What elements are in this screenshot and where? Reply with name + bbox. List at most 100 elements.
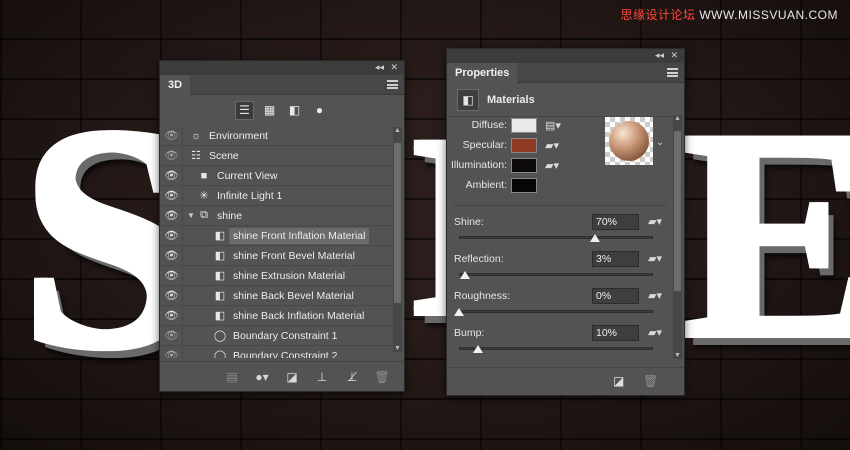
bump-input[interactable]: 10% — [592, 325, 639, 341]
folder-icon[interactable]: ▰▾ — [648, 215, 662, 228]
visibility-eye-icon[interactable]: 👁 — [161, 265, 183, 286]
visibility-eye-icon[interactable]: 👁 — [161, 205, 183, 226]
close-icon[interactable]: ✕ — [670, 50, 678, 61]
filter-meshes-icon[interactable]: ▦ — [260, 101, 279, 120]
scene-item-environment[interactable]: 👁 ☼ Environment — [161, 126, 393, 146]
scene-item-extrusion[interactable]: 👁 ◧ shine Extrusion Material — [161, 265, 393, 286]
visibility-eye-icon[interactable]: 👁 — [161, 245, 183, 266]
roughness-slider-track[interactable] — [459, 310, 653, 313]
folder-icon[interactable]: ▰▾ — [545, 159, 559, 172]
background-letter-e: E — [680, 84, 850, 384]
ambient-row: Ambient: — [447, 175, 537, 195]
reflection-slider-knob[interactable] — [459, 271, 470, 279]
apply-material-icon[interactable]: ◪ — [613, 374, 624, 388]
visibility-eye-icon[interactable]: 👁 — [161, 145, 183, 166]
scene-item-shine[interactable]: 👁 ▼ ⧉ shine — [161, 205, 393, 226]
add-constraint-icon[interactable]: ⊥̸ — [343, 370, 361, 384]
scrollbar-thumb[interactable] — [394, 143, 401, 303]
tab-3d[interactable]: 3D — [160, 75, 191, 95]
scroll-down-icon[interactable]: ▼ — [673, 352, 682, 359]
visibility-eye-icon[interactable]: 👁 — [161, 185, 183, 206]
apply-material-icon[interactable]: ◪ — [283, 370, 301, 384]
material-preview[interactable] — [605, 117, 653, 165]
filter-materials-icon[interactable]: ◧ — [285, 101, 304, 120]
properties-panel-titlebar[interactable]: ◂◂ ✕ — [447, 49, 684, 63]
visibility-eye-icon[interactable]: 👁 — [161, 345, 183, 358]
scene-item-back-bevel[interactable]: 👁 ◧ shine Back Bevel Material — [161, 285, 393, 306]
watermark-cn: 思缘设计论坛 — [620, 8, 696, 22]
scene-item-label: shine — [217, 209, 243, 222]
reflection-label: Reflection: — [454, 253, 504, 265]
visibility-eye-icon[interactable]: 👁 — [161, 285, 183, 306]
reflection-slider-track[interactable] — [459, 273, 653, 276]
scene-item-label: shine Extrusion Material — [233, 269, 346, 282]
filter-whole-scene-icon[interactable]: ☰ — [235, 100, 254, 120]
close-icon[interactable]: ✕ — [390, 62, 398, 73]
scroll-up-icon[interactable]: ▲ — [393, 127, 402, 134]
visibility-eye-icon[interactable]: 👁 — [161, 165, 183, 186]
material-icon: ◧ — [214, 310, 226, 322]
texture-edit-icon[interactable]: ▤▾ — [545, 119, 561, 132]
scene-item-boundary-1[interactable]: 👁 ◯ Boundary Constraint 1 — [161, 325, 393, 346]
scene-tree: 👁 ☼ Environment 👁 ☷ Scene 👁 ■ Current Vi… — [161, 126, 393, 358]
visibility-eye-icon[interactable]: 👁 — [161, 325, 183, 346]
ambient-swatch[interactable] — [511, 177, 537, 193]
scene-item-front-inflation[interactable]: 👁 ◧ shine Front Inflation Material — [161, 225, 393, 246]
illumination-swatch[interactable] — [511, 157, 537, 173]
scene-item-back-inflation[interactable]: 👁 ◧ shine Back Inflation Material — [161, 305, 393, 326]
material-icon: ◧ — [214, 270, 226, 282]
delete-icon[interactable]: 🗑 — [643, 374, 658, 388]
3d-panel: ◂◂ ✕ 3D ☰ ▦ ◧ ● 👁 ☼ Environment 👁 ☷ Scen… — [159, 60, 405, 392]
scrollbar-thumb[interactable] — [674, 131, 681, 291]
bump-slider-track[interactable] — [459, 347, 653, 350]
scroll-up-icon[interactable]: ▲ — [673, 115, 682, 122]
material-sphere — [609, 121, 649, 161]
light-icon: ✳ — [199, 190, 209, 202]
scroll-down-icon[interactable]: ▼ — [393, 345, 402, 352]
panel-menu-icon[interactable] — [667, 68, 678, 77]
scene-item-infinite-light[interactable]: 👁 ✳ Infinite Light 1 — [161, 185, 393, 206]
3d-panel-titlebar[interactable]: ◂◂ ✕ — [160, 61, 404, 75]
material-icon: ◧ — [214, 290, 226, 302]
scene-item-boundary-2[interactable]: 👁 ◯ Boundary Constraint 2 — [161, 345, 393, 358]
bump-slider-knob[interactable] — [473, 345, 484, 353]
scene-item-front-bevel[interactable]: 👁 ◧ shine Front Bevel Material — [161, 245, 393, 266]
scene-item-scene[interactable]: 👁 ☷ Scene — [161, 145, 393, 166]
shine-slider-knob[interactable] — [589, 234, 600, 242]
tab-properties[interactable]: Properties — [447, 63, 518, 83]
folder-icon[interactable]: ▰▾ — [648, 326, 662, 339]
scene-item-current-view[interactable]: 👁 ■ Current View — [161, 165, 393, 186]
visibility-eye-icon[interactable]: 👁 — [161, 225, 183, 246]
delete-icon[interactable]: 🗑 — [373, 370, 391, 384]
shine-input[interactable]: 70% — [592, 214, 639, 230]
scene-item-label: shine Back Inflation Material — [233, 309, 365, 322]
bump-label: Bump: — [454, 327, 485, 339]
folder-icon[interactable]: ▰▾ — [648, 289, 662, 302]
scene-tree-scrollbar[interactable]: ▲ ▼ — [393, 127, 402, 352]
add-light-icon[interactable]: ●▾ — [253, 370, 271, 384]
roughness-input[interactable]: 0% — [592, 288, 639, 304]
specular-swatch[interactable] — [511, 137, 537, 153]
folder-icon[interactable]: ▰▾ — [648, 252, 662, 265]
properties-scrollbar[interactable]: ▲ ▼ — [673, 115, 682, 359]
visibility-eye-icon[interactable]: 👁 — [161, 126, 183, 146]
reflection-input[interactable]: 3% — [592, 251, 639, 267]
roughness-slider-knob[interactable] — [454, 308, 464, 316]
visibility-eye-icon[interactable]: 👁 — [161, 305, 183, 326]
collapse-icon[interactable]: ◂◂ — [375, 62, 384, 73]
ambient-label: Ambient: — [465, 179, 507, 191]
chevron-down-icon[interactable]: ⌄ — [656, 137, 664, 148]
diffuse-swatch[interactable] — [511, 117, 537, 133]
panel-menu-icon[interactable] — [387, 80, 398, 89]
filter-lights-icon[interactable]: ● — [310, 101, 329, 120]
watermark-url: WWW.MISSVUAN.COM — [695, 8, 838, 22]
render-icon[interactable]: ▤ — [223, 370, 241, 384]
roughness-label: Roughness: — [454, 290, 511, 302]
collapse-icon[interactable]: ◂◂ — [655, 50, 664, 61]
folder-icon[interactable]: ▰▾ — [545, 139, 559, 152]
chevron-down-icon[interactable]: ▼ — [187, 211, 197, 220]
scene-item-label: shine Front Bevel Material — [233, 249, 355, 262]
shine-slider-track[interactable] — [459, 236, 653, 239]
shine-label: Shine: — [454, 216, 484, 228]
move-to-ground-icon[interactable]: ⊥ — [313, 370, 331, 384]
